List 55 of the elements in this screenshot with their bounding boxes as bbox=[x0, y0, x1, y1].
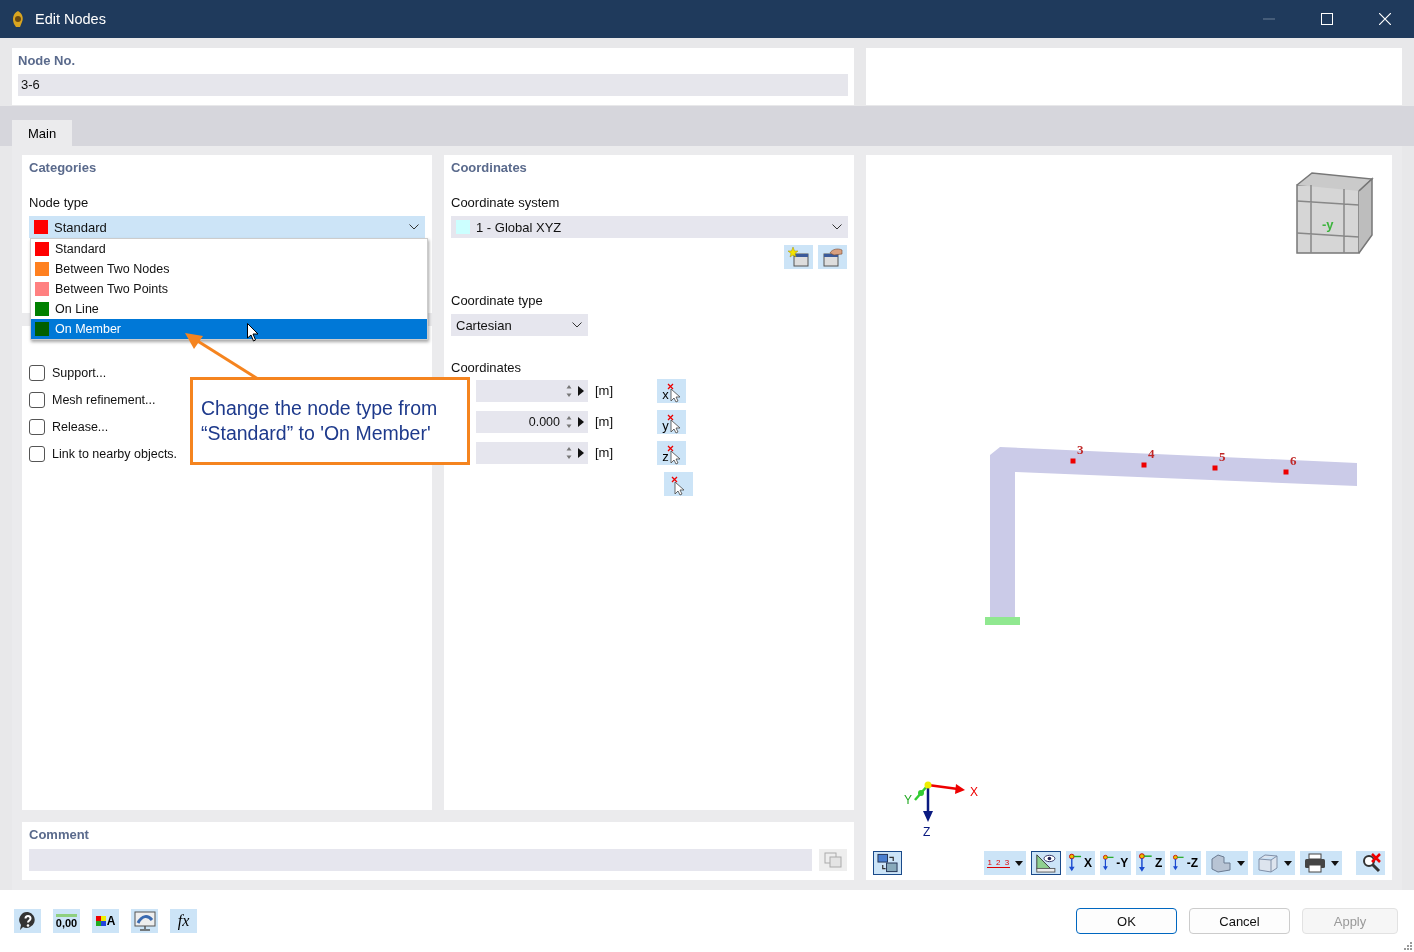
section-title: Comment bbox=[29, 827, 90, 842]
checkbox-label: Link to nearby objects. bbox=[52, 447, 178, 461]
pick-button[interactable]: y bbox=[657, 409, 686, 434]
axis-label: Z bbox=[923, 825, 931, 839]
unit-label: [m] bbox=[595, 445, 615, 460]
axis-label: X bbox=[970, 785, 978, 799]
axis-button[interactable]: -Z bbox=[1170, 851, 1201, 875]
dialog-button[interactable]: Cancel bbox=[1189, 908, 1290, 934]
callout-text: Change the node type from bbox=[201, 396, 439, 421]
checkbox-label: Support... bbox=[52, 366, 107, 380]
checkbox-label: Mesh refinement... bbox=[52, 393, 156, 407]
pick-button[interactable]: z bbox=[657, 440, 686, 465]
dialog-button[interactable]: OK bbox=[1076, 908, 1177, 934]
view-cube-drawing: -y bbox=[1296, 172, 1374, 254]
tab[interactable]: Main bbox=[12, 120, 73, 146]
axis-label: Y bbox=[904, 793, 912, 807]
dropdown-item[interactable]: On Member bbox=[31, 319, 427, 339]
axis-button[interactable]: -Y bbox=[1100, 851, 1132, 875]
text-color-tool-button[interactable]: A bbox=[92, 909, 119, 933]
field-label: Coordinate system bbox=[451, 195, 561, 210]
numbering-button[interactable]: 1 2 3 bbox=[984, 851, 1027, 875]
section-title: Coordinates bbox=[451, 160, 528, 175]
dropdown-item[interactable]: On Line bbox=[31, 299, 427, 319]
dropdown-item[interactable]: Standard bbox=[31, 239, 427, 259]
node-type-select[interactable]: Standard bbox=[29, 216, 425, 238]
field-label: Node type bbox=[29, 195, 90, 210]
node-number: 6 bbox=[1290, 453, 1297, 468]
decimals-tool-button[interactable]: 0,00 bbox=[53, 909, 80, 933]
axis-button[interactable]: X bbox=[1066, 851, 1095, 875]
node-number: 3 bbox=[1077, 442, 1084, 457]
callout-text: “Standard” to 'On Member' bbox=[201, 421, 432, 446]
field-value: 0.000 bbox=[527, 414, 560, 429]
field-label: Coordinates bbox=[451, 360, 523, 375]
formula-tool-button[interactable]: fx bbox=[170, 909, 197, 933]
node-number: 5 bbox=[1219, 449, 1226, 464]
unit-label: [m] bbox=[595, 383, 615, 398]
node-number-label: Node No. bbox=[18, 53, 77, 68]
number-field[interactable]: 0.000 bbox=[476, 410, 588, 433]
axis-button[interactable]: Z bbox=[1136, 851, 1166, 875]
field-label: Coordinate type bbox=[451, 293, 544, 308]
window-title: Edit Nodes bbox=[35, 11, 106, 27]
checkbox-label: Release... bbox=[52, 420, 109, 434]
3d-view[interactable]: 3 4 5 6 -y X Y Z 1 2 3 X -Y Z -Z bbox=[866, 155, 1392, 880]
select-value: Cartesian bbox=[456, 317, 513, 333]
select-value: Standard bbox=[54, 219, 108, 235]
select-value: 1 - Global XYZ bbox=[476, 219, 563, 235]
coordinate-type-select[interactable]: Cartesian bbox=[451, 314, 588, 336]
node-number-field[interactable]: 3-6 bbox=[18, 74, 848, 96]
coordinate-system-select[interactable]: 1 - Global XYZ bbox=[451, 216, 848, 238]
pick-button[interactable]: x bbox=[657, 378, 686, 403]
dropdown-item[interactable]: Between Two Nodes bbox=[31, 259, 427, 279]
section-title: Categories bbox=[29, 160, 98, 175]
unit-label: [m] bbox=[595, 414, 615, 429]
dropdown-item[interactable]: Between Two Points bbox=[31, 279, 427, 299]
node-number: 4 bbox=[1148, 446, 1155, 461]
